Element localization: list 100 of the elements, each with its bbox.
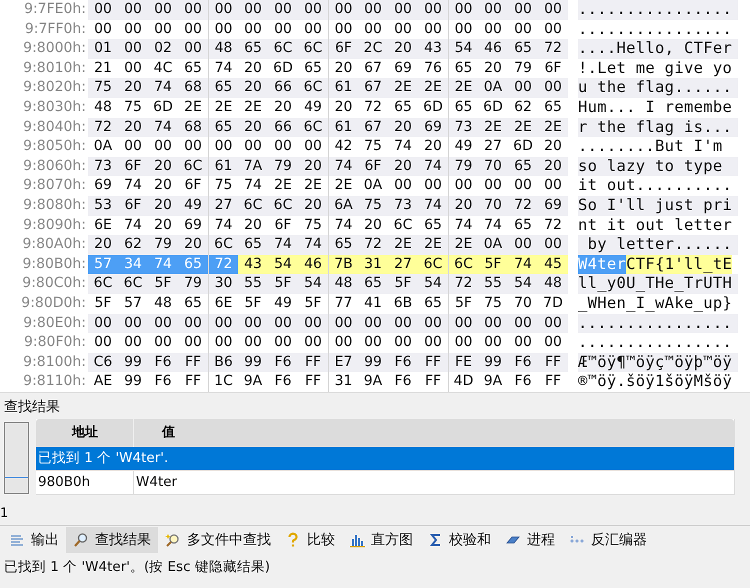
ascii-text[interactable]: ........But I'm [578,137,722,157]
ascii-text[interactable]: ................ [578,333,732,353]
hex-byte[interactable]: FF [538,352,568,372]
hex-byte[interactable]: 00 [388,314,418,334]
hex-byte[interactable]: 20 [418,137,448,157]
panel-tab[interactable]: 多文件中查找 [158,526,278,553]
hex-byte[interactable]: F6 [268,372,298,392]
hex-byte[interactable]: 5F [298,294,328,314]
hex-byte[interactable]: 79 [448,156,478,176]
hex-byte[interactable]: 7A [238,156,268,176]
hex-byte[interactable]: 00 [298,0,328,20]
hex-byte[interactable]: 00 [538,314,568,334]
hex-byte[interactable]: 48 [208,39,238,59]
hex-byte[interactable]: 75 [88,78,118,98]
hex-byte[interactable]: 20 [388,118,418,138]
hex-byte[interactable]: 20 [388,39,418,59]
hex-byte[interactable]: 65 [238,235,268,255]
hex-byte[interactable]: 00 [88,0,118,20]
hex-byte[interactable]: 69 [88,176,118,196]
hex-byte[interactable]: 6D [268,58,298,78]
hex-byte[interactable]: 6C [178,156,208,176]
hex-byte[interactable]: 20 [88,235,118,255]
hex-byte[interactable]: 31 [328,372,358,392]
hex-byte[interactable]: 00 [238,0,268,20]
hex-byte[interactable]: 65 [508,216,538,236]
hex-byte[interactable]: 20 [388,156,418,176]
hex-byte[interactable]: 79 [268,156,298,176]
hex-byte[interactable]: 20 [178,235,208,255]
hex-byte[interactable]: 69 [538,196,568,216]
hex-byte[interactable]: 00 [208,0,238,20]
hex-byte[interactable]: 9A [358,372,388,392]
hex-byte[interactable]: 45 [538,254,568,274]
hex-byte[interactable]: 00 [178,333,208,353]
hex-byte[interactable]: 54 [418,274,448,294]
hex-byte[interactable]: 20 [538,137,568,157]
hex-byte[interactable]: 4C [148,58,178,78]
hex-byte[interactable]: 00 [88,333,118,353]
hex-byte[interactable]: 41 [358,294,388,314]
hex-byte[interactable]: 0A [478,235,508,255]
hex-byte[interactable]: 7D [538,294,568,314]
hex-byte[interactable]: 74 [238,176,268,196]
result-selector[interactable] [4,422,29,494]
hex-byte[interactable]: 31 [358,254,388,274]
hex-byte[interactable]: 68 [178,78,208,98]
hex-byte[interactable]: 75 [478,294,508,314]
hex-byte[interactable]: 00 [118,58,148,78]
hex-byte[interactable]: 79 [178,274,208,294]
hex-byte[interactable]: 00 [508,20,538,40]
hex-byte[interactable]: 43 [418,39,448,59]
hex-byte[interactable]: 75 [298,216,328,236]
hex-byte[interactable]: 61 [328,118,358,138]
hex-byte[interactable]: 00 [118,0,148,20]
hex-byte[interactable]: 55 [238,274,268,294]
hex-byte[interactable]: 00 [418,20,448,40]
hex-byte[interactable]: 72 [358,98,388,118]
hex-byte[interactable]: 48 [148,294,178,314]
hex-byte[interactable]: 79 [508,58,538,78]
hex-byte[interactable]: 00 [88,314,118,334]
panel-tab[interactable]: 输出 [2,526,66,553]
hex-byte[interactable]: 65 [238,39,268,59]
panel-tab[interactable]: 校验和 [420,526,498,553]
hex-byte[interactable]: 57 [118,294,148,314]
hex-byte[interactable]: 20 [238,216,268,236]
hex-byte[interactable]: 54 [448,39,478,59]
hex-byte[interactable]: 6F [358,156,388,176]
hex-byte[interactable]: 00 [478,20,508,40]
hex-byte[interactable]: 48 [328,274,358,294]
hex-byte[interactable]: 00 [178,0,208,20]
hex-byte[interactable]: 00 [268,137,298,157]
hex-byte[interactable]: 75 [358,196,388,216]
hex-byte[interactable]: 9A [238,372,268,392]
ascii-text[interactable]: it out.......... [578,176,732,196]
hex-byte[interactable]: 20 [478,58,508,78]
hex-byte[interactable]: 00 [388,333,418,353]
hex-byte[interactable]: 65 [388,98,418,118]
hex-byte[interactable]: 2E [388,78,418,98]
panel-tab[interactable]: 直方图 [342,526,420,553]
hex-byte[interactable]: 20 [148,156,178,176]
hex-byte[interactable]: 00 [358,0,388,20]
hex-byte[interactable]: 72 [358,235,388,255]
hex-byte[interactable]: 70 [508,294,538,314]
hex-byte[interactable]: 00 [118,20,148,40]
hex-byte[interactable]: 5F [148,274,178,294]
hex-byte[interactable]: 5F [478,254,508,274]
hex-byte[interactable]: 6D [478,98,508,118]
hex-byte[interactable]: 00 [118,314,148,334]
hex-byte[interactable]: 76 [418,58,448,78]
hex-byte[interactable]: 65 [358,274,388,294]
hex-byte[interactable]: 54 [298,274,328,294]
hex-byte[interactable]: 00 [538,0,568,20]
hex-byte[interactable]: 74 [148,78,178,98]
hex-byte[interactable]: 99 [118,352,148,372]
hex-byte[interactable]: 65 [418,294,448,314]
hex-byte[interactable]: 69 [178,216,208,236]
hex-byte[interactable]: 55 [478,274,508,294]
hex-byte[interactable]: 99 [118,372,148,392]
hex-byte[interactable]: 74 [118,176,148,196]
ascii-text[interactable]: Hum... I remembe [578,98,732,118]
hex-byte[interactable]: 72 [538,216,568,236]
hex-byte[interactable]: 00 [178,39,208,59]
